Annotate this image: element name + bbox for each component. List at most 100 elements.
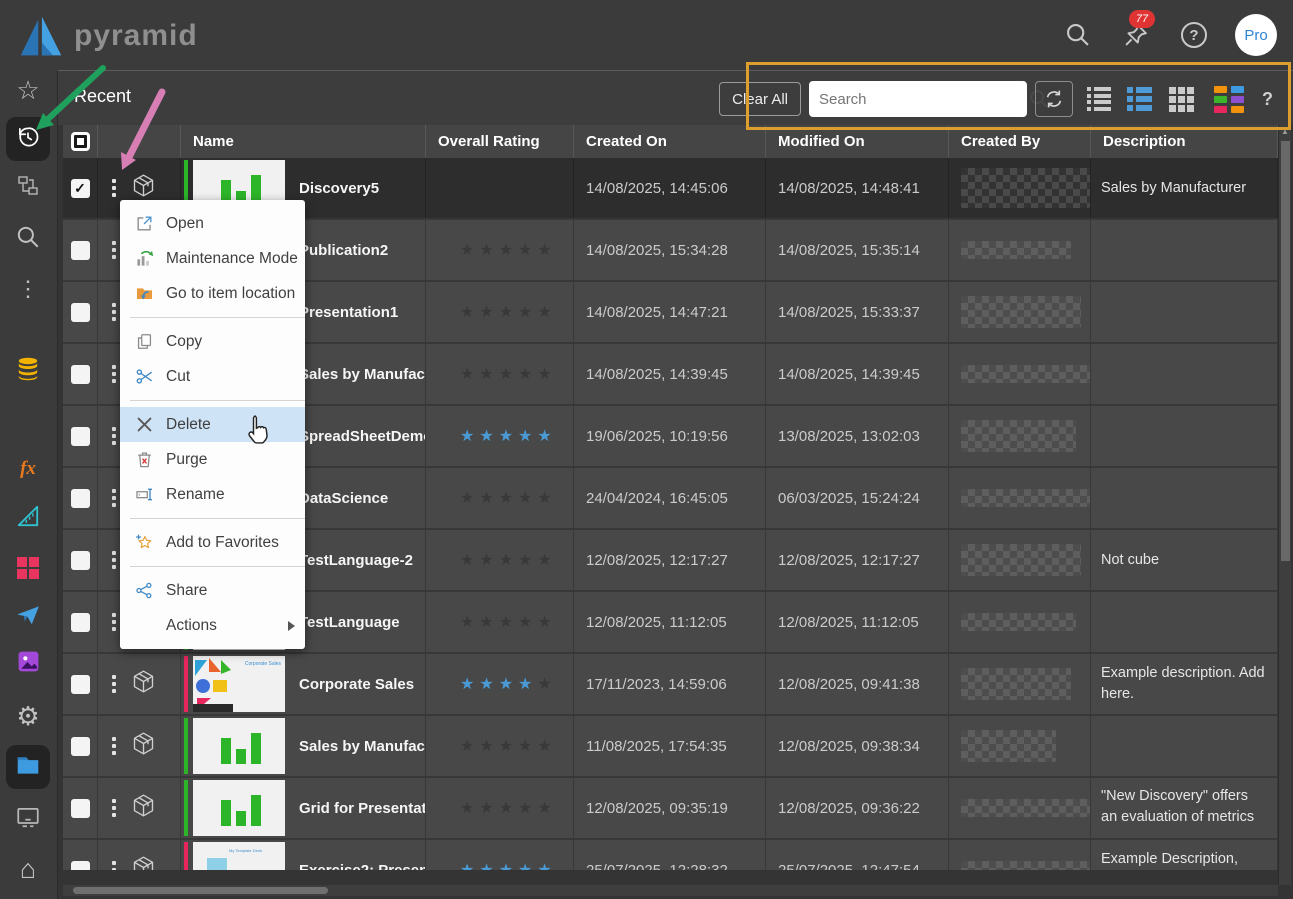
name-cell[interactable]: Corporate Sales Corporate Sales	[181, 654, 426, 714]
sidebar-item-display[interactable]	[6, 797, 50, 841]
horizontal-scrollbar[interactable]	[63, 885, 1278, 896]
rating-cell[interactable]	[426, 158, 574, 218]
row-menu-icon[interactable]	[112, 737, 116, 755]
menu-item-add-to-favorites[interactable]: Add to Favorites	[120, 525, 305, 560]
sidebar-item-settings-gear[interactable]: ⚙	[6, 694, 50, 738]
menu-item-open[interactable]: Open	[120, 206, 305, 241]
row-menu-icon[interactable]	[112, 489, 116, 507]
header-created-on[interactable]: Created On	[574, 125, 766, 158]
row-menu-icon[interactable]	[112, 799, 116, 817]
name-cell[interactable]: Sales by Manufacturer	[181, 716, 426, 776]
select-all-checkbox[interactable]	[63, 125, 98, 158]
vertical-scrollbar[interactable]: ▲	[1278, 125, 1291, 885]
sidebar-item-bar-chart[interactable]	[6, 398, 50, 442]
row-checkbox[interactable]	[63, 220, 98, 280]
row-checkbox[interactable]	[63, 654, 98, 714]
rating-cell[interactable]: ★★★★★	[426, 840, 574, 870]
toolbar-help-icon[interactable]: ?	[1262, 89, 1273, 110]
menu-item-cut[interactable]: Cut	[120, 359, 305, 394]
view-grid-icon[interactable]	[1169, 87, 1194, 112]
rating-cell[interactable]: ★★★★★	[426, 282, 574, 342]
menu-item-maintenance-mode[interactable]: Maintenance Mode	[120, 241, 305, 276]
rating-cell[interactable]: ★★★★★	[426, 344, 574, 404]
refresh-icon[interactable]	[1035, 81, 1073, 117]
search-input[interactable]	[809, 81, 1028, 117]
row-checkbox[interactable]	[63, 530, 98, 590]
row-checkbox[interactable]	[63, 778, 98, 838]
row-menu-icon[interactable]	[112, 551, 116, 569]
row-checkbox[interactable]	[63, 468, 98, 528]
sidebar-item-tree[interactable]	[6, 166, 50, 210]
sidebar-item-content-folder[interactable]	[6, 745, 50, 789]
table-row[interactable]: Grid for Presentation ★★★★★ 12/08/2025, …	[63, 778, 1278, 840]
rating-cell[interactable]: ★★★★★	[426, 406, 574, 466]
row-menu-icon[interactable]	[112, 365, 116, 383]
horizontal-scrollbar-thumb[interactable]	[73, 887, 328, 894]
sidebar-item-ruler[interactable]	[6, 496, 50, 540]
clear-all-button[interactable]: Clear All	[719, 82, 801, 116]
rating-cell[interactable]: ★★★★★	[426, 468, 574, 528]
menu-item-label: Purge	[166, 451, 207, 469]
notifications-pin-icon[interactable]: 77	[1119, 18, 1153, 52]
sidebar-item-history[interactable]	[6, 117, 50, 161]
header-description[interactable]: Description	[1091, 125, 1278, 158]
sidebar-item-tiles[interactable]	[6, 546, 50, 590]
rating-cell[interactable]: ★★★★★	[426, 716, 574, 776]
rating-cell[interactable]: ★★★★★	[426, 654, 574, 714]
view-list-icon[interactable]	[1087, 87, 1113, 111]
avatar[interactable]: Pro	[1235, 14, 1277, 56]
menu-item-delete[interactable]: Delete	[120, 407, 305, 442]
name-cell[interactable]: My Template Deck Exercise2: Present Pro	[181, 840, 426, 870]
menu-item-purge[interactable]: Purge	[120, 442, 305, 477]
row-checkbox[interactable]	[63, 592, 98, 652]
no-icon	[134, 616, 154, 636]
row-checkbox[interactable]	[63, 406, 98, 466]
row-menu-icon[interactable]	[112, 861, 116, 870]
row-menu-icon[interactable]	[112, 675, 116, 693]
row-menu-icon[interactable]	[112, 303, 116, 321]
row-checkbox[interactable]	[63, 344, 98, 404]
header-name[interactable]: Name	[181, 125, 426, 158]
sidebar-item-publish-plane[interactable]	[6, 595, 50, 639]
menu-item-actions[interactable]: Actions	[120, 608, 305, 643]
row-menu-icon[interactable]	[112, 613, 116, 631]
view-tiles-icon[interactable]	[1214, 86, 1244, 113]
row-checkbox[interactable]	[63, 716, 98, 776]
table-row[interactable]: My Template Deck Exercise2: Present Pro …	[63, 840, 1278, 870]
help-icon[interactable]: ?	[1177, 18, 1211, 52]
row-menu-icon[interactable]	[112, 427, 116, 445]
row-checkbox[interactable]	[63, 282, 98, 342]
rating-cell[interactable]: ★★★★★	[426, 592, 574, 652]
sidebar-item-formulate-fx[interactable]: fx	[6, 447, 50, 491]
header-modified-on[interactable]: Modified On	[766, 125, 949, 158]
header-overall-rating[interactable]: Overall Rating	[426, 125, 574, 158]
row-menu-icon[interactable]	[112, 241, 116, 259]
rating-cell[interactable]: ★★★★★	[426, 530, 574, 590]
row-menu-icon[interactable]	[112, 179, 116, 197]
menu-item-copy[interactable]: Copy	[120, 324, 305, 359]
sidebar-item-home[interactable]: ⌂	[6, 847, 50, 891]
row-checkbox[interactable]: ✓	[63, 158, 98, 218]
menu-item-go-to-item-location[interactable]: Go to item location	[120, 276, 305, 311]
sidebar-item-database[interactable]	[6, 349, 50, 393]
notification-badge: 77	[1129, 10, 1155, 28]
header-created-by[interactable]: Created By	[949, 125, 1091, 158]
menu-item-share[interactable]: Share	[120, 573, 305, 608]
item-name: Corporate Sales	[299, 676, 414, 693]
rating-cell[interactable]: ★★★★★	[426, 220, 574, 280]
sidebar-item-star[interactable]: ☆	[6, 68, 50, 112]
table-row[interactable]: Corporate Sales Corporate Sales ★★★★★ 17…	[63, 654, 1278, 716]
menu-item-rename[interactable]: Rename	[120, 477, 305, 512]
sidebar-item-image[interactable]	[6, 642, 50, 686]
sidebar-item-kebab[interactable]: ⋮	[6, 267, 50, 311]
share-icon	[134, 581, 154, 601]
table-row[interactable]: Sales by Manufacturer ★★★★★ 11/08/2025, …	[63, 716, 1278, 778]
name-cell[interactable]: Grid for Presentation	[181, 778, 426, 838]
modified-on-cell: 06/03/2025, 15:24:24	[766, 468, 949, 528]
vertical-scrollbar-thumb[interactable]	[1281, 141, 1290, 561]
global-search-icon[interactable]	[1061, 18, 1095, 52]
row-checkbox[interactable]	[63, 840, 98, 870]
view-details-icon[interactable]	[1127, 87, 1153, 111]
sidebar-item-search[interactable]	[6, 217, 50, 261]
rating-cell[interactable]: ★★★★★	[426, 778, 574, 838]
